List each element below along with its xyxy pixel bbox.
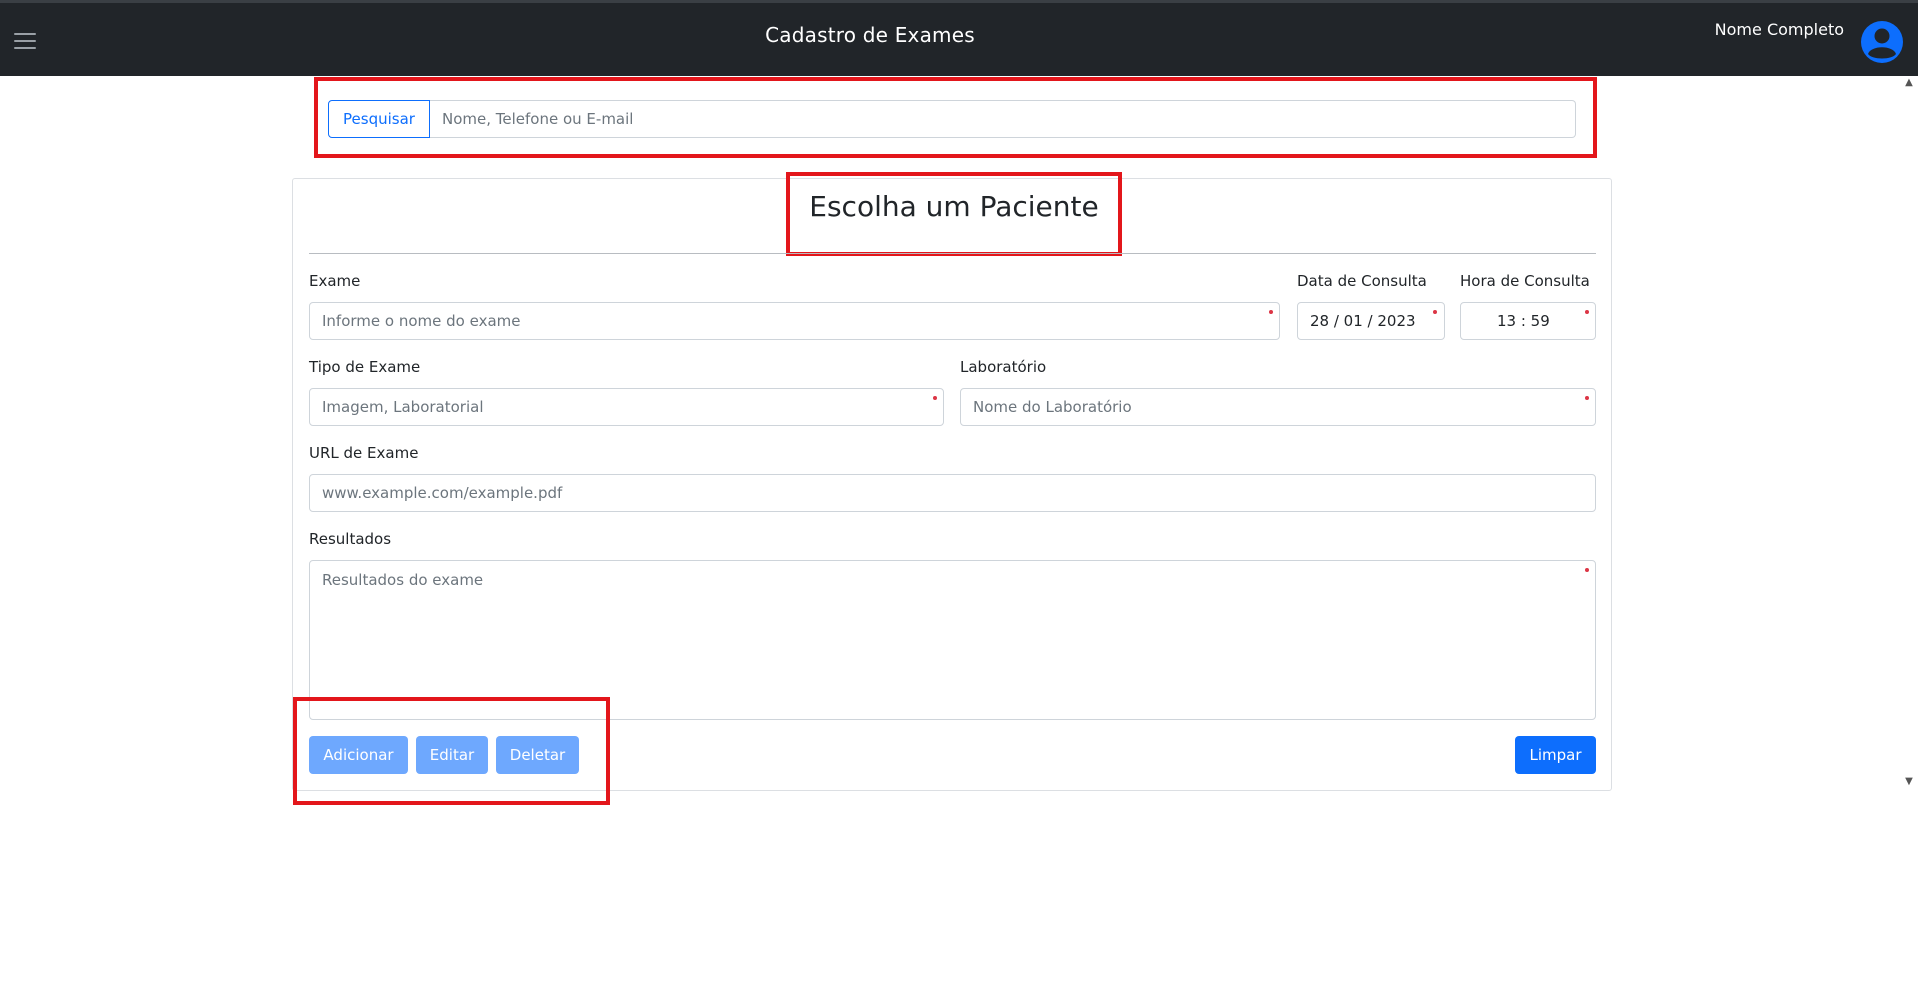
user-avatar-icon[interactable] [1860,20,1904,64]
tipo-exame-label: Tipo de Exame [309,358,421,376]
data-consulta-label: Data de Consulta [1297,272,1427,290]
exame-input[interactable] [309,302,1280,340]
laboratorio-label: Laboratório [960,358,1047,376]
app-title: Cadastro de Exames [765,23,975,47]
exame-label: Exame [309,272,361,290]
tipo-exame-input[interactable] [309,388,944,426]
resultados-textarea[interactable] [309,560,1596,720]
required-marker [1585,396,1589,400]
url-exame-label: URL de Exame [309,444,419,462]
required-marker [1585,310,1589,314]
clear-button[interactable]: Limpar [1515,736,1596,774]
search-button[interactable]: Pesquisar [328,100,430,138]
top-navbar: Cadastro de Exames Nome Completo [0,0,1918,76]
resultados-label: Resultados [309,530,392,548]
required-marker [933,396,937,400]
form-title: Escolha um Paciente [809,190,1099,223]
data-consulta-input[interactable]: 28 / 01 / 2023 [1297,302,1445,340]
scrollbar-up-arrow[interactable]: ▲ [1904,78,1914,88]
data-consulta-value: 28 / 01 / 2023 [1310,312,1416,330]
title-divider [309,253,1596,254]
search-bar: Pesquisar [328,100,1576,138]
required-marker [1269,310,1273,314]
required-marker [1433,310,1437,314]
scrollbar-down-arrow[interactable]: ▼ [1904,777,1914,787]
user-name[interactable]: Nome Completo [1715,20,1844,39]
laboratorio-input[interactable] [960,388,1596,426]
hora-consulta-input[interactable]: 13 : 59 [1460,302,1596,340]
hora-consulta-label: Hora de Consulta [1460,272,1590,290]
required-marker [1585,568,1589,572]
search-input[interactable] [430,100,1576,138]
buttons-highlight-box [293,697,610,805]
hora-consulta-value: 13 : 59 [1497,312,1550,330]
url-exame-input[interactable] [309,474,1596,512]
